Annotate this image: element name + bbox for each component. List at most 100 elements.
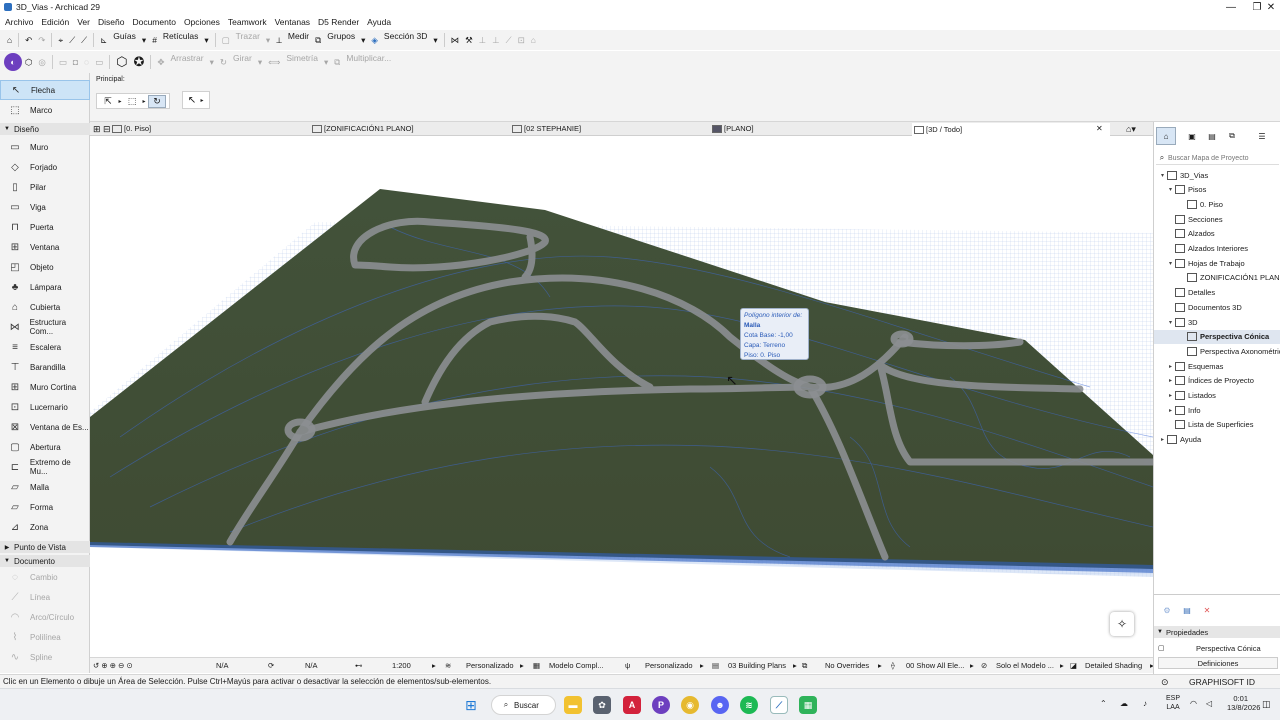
rotate-icon[interactable]: ↻ (217, 53, 230, 71)
menu-teamwork[interactable]: Teamwork (228, 17, 267, 27)
discord-icon[interactable]: ☻ (711, 696, 729, 714)
taskbar-search[interactable]: ⌕ Buscar (491, 695, 556, 715)
tool-1[interactable]: ◇ Forjado (0, 157, 90, 177)
nav-item[interactable]: ▾ 3D (1166, 315, 1198, 329)
nav-item[interactable]: Secciones (1166, 212, 1223, 226)
intersect-icon[interactable]: ⊥ (476, 31, 489, 49)
nav-item[interactable]: Perspectiva Cónica (1154, 329, 1280, 344)
partial-element-icon[interactable]: ⇱ (100, 96, 116, 107)
wifi-icon[interactable]: ◠ (1190, 699, 1197, 708)
file-explorer-icon[interactable]: ▬ (564, 696, 582, 714)
3d-box-icon[interactable]: ⬡ (113, 53, 130, 71)
app-icon[interactable]: ▦ (799, 696, 817, 714)
chevron-right-icon[interactable]: ▸ (140, 98, 148, 105)
menu-d5render[interactable]: D5 Render (318, 17, 359, 27)
chevron-down-icon[interactable]: ▾ (321, 53, 331, 71)
graphisoft-id[interactable]: GRAPHISOFT ID (1189, 677, 1255, 687)
tool-3[interactable]: ▭ Viga (0, 197, 90, 217)
model-view-option[interactable]: Modelo Compl... (549, 661, 604, 670)
grid-icon[interactable]: # (149, 31, 160, 49)
nav-item[interactable]: ▾ Hojas de Trabajo (1166, 256, 1245, 270)
section-3d-icon[interactable]: ◈ (368, 31, 381, 49)
ai-assistant-icon[interactable]: ✧ (1110, 612, 1134, 636)
chevron-down-icon[interactable]: ▾ (430, 31, 440, 49)
split-icon[interactable]: ⋈ (448, 31, 463, 49)
chevron-down-icon[interactable]: ▾ (207, 53, 217, 71)
nav-item[interactable]: Perspectiva Axonométrica (1178, 344, 1280, 358)
tab-plano[interactable]: [PLANO] (712, 124, 754, 133)
tool-0[interactable]: ▭ Muro (0, 137, 90, 157)
input-language[interactable]: ESP LAA (1166, 694, 1180, 712)
view-map-icon[interactable]: ▣ (1182, 132, 1202, 141)
3d-viewport[interactable]: ↖ Polígono interior de: Malla Cota Base:… (90, 137, 1153, 657)
home-icon[interactable]: ⌂ (4, 31, 15, 49)
chevron-down-icon[interactable]: ▾ (139, 31, 149, 49)
circle-icon[interactable]: ◎ (35, 53, 48, 71)
terrain-3d-scene[interactable]: ↖ (90, 137, 1153, 657)
grupos-button[interactable]: Grupos (324, 31, 358, 49)
expand-icon[interactable]: ▸ (1158, 436, 1167, 443)
project-map-search[interactable]: ⌕ (1156, 152, 1279, 165)
tool-19[interactable]: ⊿ Zona (0, 517, 90, 537)
walk-icon[interactable]: ◌ (81, 53, 92, 71)
chevron-down-icon[interactable]: ▾ (255, 53, 265, 71)
nav-item[interactable]: Detalles (1166, 286, 1215, 300)
camera-icon[interactable]: ◘ (70, 53, 81, 71)
chevron-right-icon[interactable]: ▸ (198, 97, 206, 104)
tool-10[interactable]: ≡ Escalera (0, 337, 90, 357)
app-icon[interactable]: ✿ (593, 696, 611, 714)
tab-piso[interactable]: [0. Piso] (112, 124, 151, 133)
publisher-icon[interactable]: ⧉ (1222, 131, 1242, 141)
renovation-filter[interactable]: 03 Building Plans (728, 661, 786, 670)
chrome-icon[interactable]: ◉ (681, 696, 699, 714)
chevron-down-icon[interactable]: ▾ (358, 31, 368, 49)
expand-icon[interactable]: ▾ (1166, 319, 1175, 326)
tool-18[interactable]: ▱ Forma (0, 497, 90, 517)
cursor-icon[interactable]: ↖ (186, 95, 198, 106)
drag-icon[interactable]: ✥ (154, 53, 167, 71)
guias-button[interactable]: Guías (110, 31, 139, 49)
measure-icon[interactable]: ⟂ (273, 31, 285, 49)
expand-icon[interactable]: ▸ (1166, 407, 1175, 414)
structural-display-icon[interactable]: ⟠ (891, 661, 895, 670)
partial-structure-icon[interactable]: ⊘ (981, 661, 987, 670)
nav-item[interactable]: ▾ 3D_Vias (1158, 168, 1208, 182)
menu-archivo[interactable]: Archivo (5, 17, 33, 27)
explode-icon[interactable]: ⊡ (515, 31, 528, 49)
nav-item[interactable]: Alzados Interiores (1166, 242, 1248, 256)
groups-icon[interactable]: ⧉ (312, 31, 324, 49)
bimx-icon[interactable]: P (652, 696, 670, 714)
eyedropper-icon[interactable]: ⟋ (66, 31, 78, 49)
chevron-right-icon[interactable]: ▸ (700, 661, 704, 670)
tool-4[interactable]: ⊓ Puerta (0, 217, 90, 237)
structural-display[interactable]: 00 Show All Ele... (906, 661, 964, 670)
autocad-icon[interactable]: A (623, 696, 641, 714)
mirror-icon[interactable]: ⟺ (265, 53, 283, 71)
nav-item[interactable]: ▾ Pisos (1166, 183, 1206, 197)
close-icon[interactable]: ✕ (1258, 0, 1280, 14)
screen-icon[interactable]: ▭ (56, 53, 70, 71)
doc-tool-3[interactable]: ⌇ Polilínea (0, 627, 90, 647)
delete-icon[interactable]: ✕ (1200, 606, 1214, 615)
syringe-icon[interactable]: ⟋ (78, 31, 90, 49)
override-icon[interactable]: ⧉ (802, 661, 807, 671)
tool-11[interactable]: ⊤ Barandilla (0, 357, 90, 377)
doc-tool-1[interactable]: ⟋ Línea (0, 587, 90, 607)
tab-stephanie[interactable]: [02 STEPHANIE] (512, 124, 581, 133)
tool-marco[interactable]: ⬚ Marco (0, 100, 90, 120)
project-map-icon[interactable]: ⌂ (1156, 127, 1176, 145)
minimize-icon[interactable]: — (1218, 0, 1244, 14)
section-documento[interactable]: ▼ Documento (0, 555, 90, 567)
chevron-right-icon[interactable]: ▸ (116, 98, 124, 105)
nav-item[interactable]: ▸ Info (1166, 403, 1201, 417)
pen-set-icon[interactable]: ψ (625, 661, 630, 670)
properties-view[interactable]: ▢ Perspectiva Cónica (1158, 642, 1280, 654)
nav-item[interactable]: Documentos 3D (1166, 300, 1242, 314)
window-icon[interactable]: ▭ (92, 53, 106, 71)
adjust-icon[interactable]: ⚒ (462, 31, 476, 49)
nav-item[interactable]: Lista de Superficies (1166, 418, 1253, 432)
menu-documento[interactable]: Documento (132, 17, 175, 27)
chevron-right-icon[interactable]: ▸ (793, 661, 797, 670)
simetria-button[interactable]: Simetría (283, 53, 321, 71)
chevron-right-icon[interactable]: ▸ (520, 661, 524, 670)
